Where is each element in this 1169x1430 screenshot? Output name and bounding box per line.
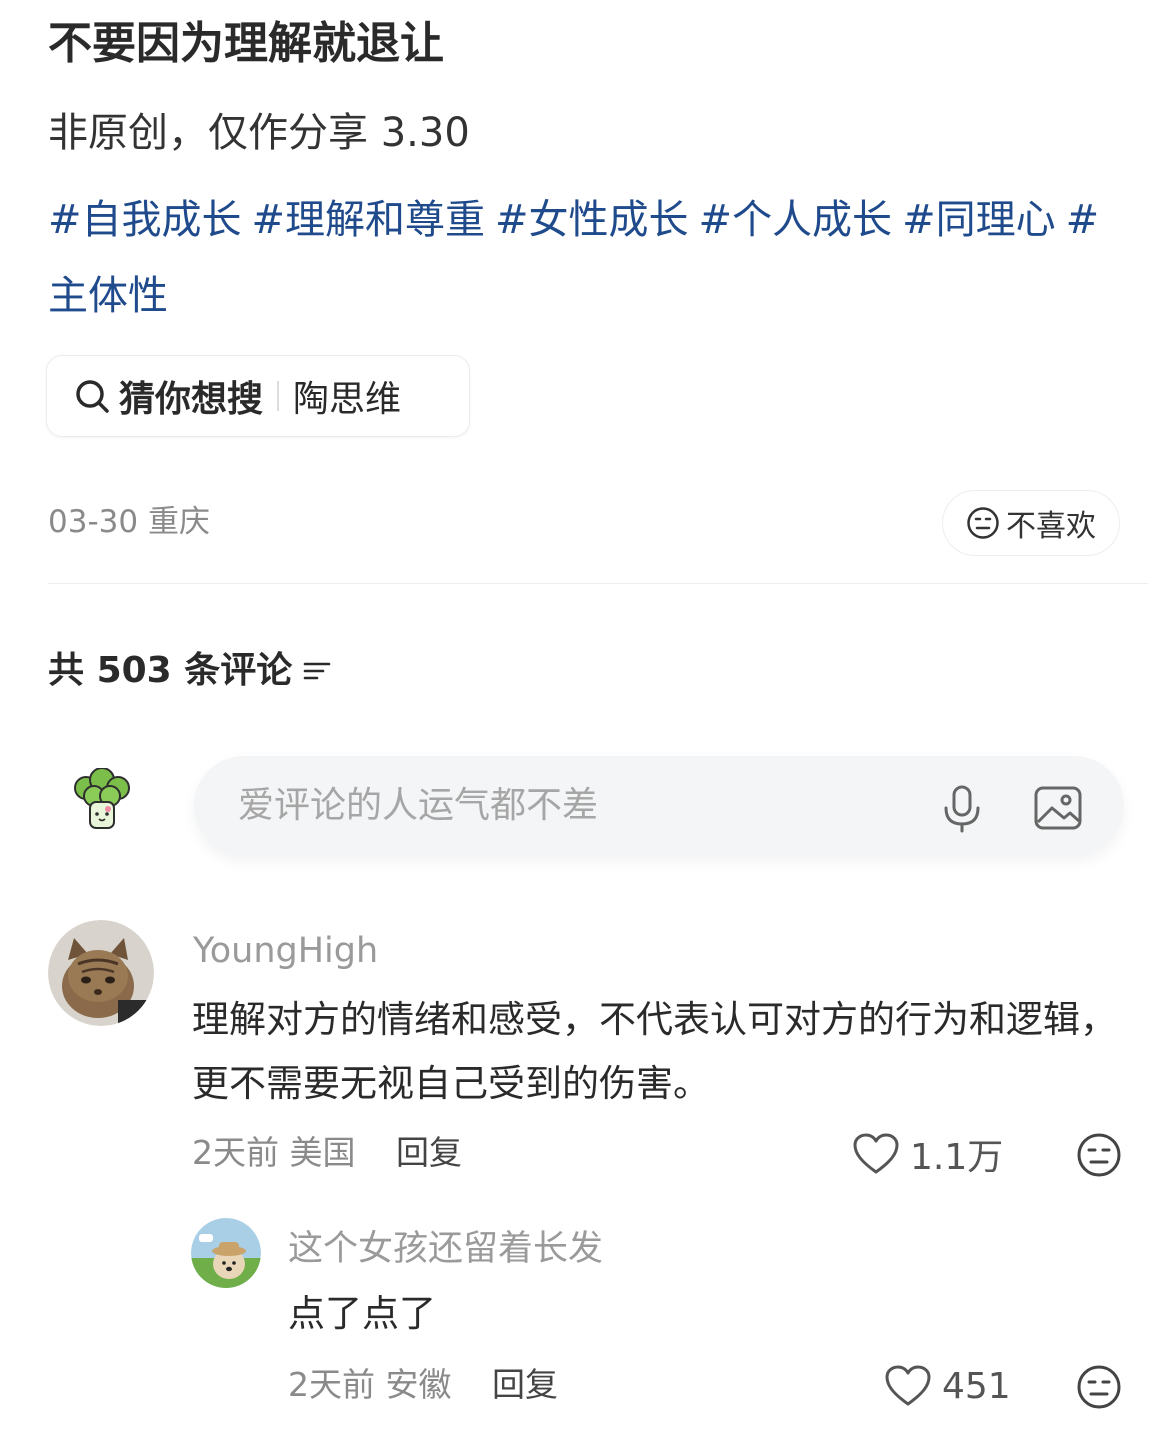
comment-count: 共 503 条评论 [48, 646, 332, 696]
heart-icon [853, 1133, 899, 1174]
comment-text: 点了点了 [288, 1292, 436, 1335]
comment-input[interactable]: 爱评论的人运气都不差 [194, 756, 1124, 856]
reply-button[interactable]: 回复 [396, 1133, 462, 1172]
like-button[interactable]: 451 [884, 1364, 1011, 1408]
comment-count-suffix: 条评论 [184, 650, 293, 691]
separator [277, 381, 280, 411]
like-count: 451 [942, 1365, 1011, 1407]
dislike-label: 不喜欢 [1006, 509, 1096, 544]
comment-time: 2天前 [288, 1365, 375, 1404]
dislike-button[interactable]: 不喜欢 [942, 490, 1120, 556]
comment-count-prefix: 共 [48, 650, 85, 691]
tag-link[interactable]: #同理心 [902, 197, 1056, 243]
image-icon[interactable] [1032, 784, 1084, 832]
tag-link[interactable]: #个人成长 [699, 197, 893, 243]
broccoli-avatar[interactable] [72, 768, 132, 832]
post-date: 03-30 [48, 504, 139, 540]
comment-location: 安徽 [385, 1365, 452, 1404]
microphone-icon[interactable] [940, 784, 984, 834]
comment-input-placeholder: 爱评论的人运气都不差 [238, 785, 599, 826]
neutral-face-icon[interactable] [1076, 1364, 1122, 1410]
comment-meta: 2天前 安徽 回复 [288, 1362, 558, 1408]
search-suggestion[interactable]: 猜你想搜 陶思维 [46, 355, 470, 437]
heart-icon [885, 1365, 931, 1406]
comment-location: 美国 [289, 1133, 356, 1172]
like-button[interactable]: 1.1万 [852, 1128, 1003, 1180]
tag-link[interactable]: #自我成长 [48, 197, 242, 243]
dog-avatar[interactable] [191, 1218, 261, 1288]
post-location: 重庆 [147, 504, 210, 540]
post-meta: 03-30 重庆 [48, 500, 210, 544]
comment-time: 2天前 [192, 1133, 279, 1172]
cat-avatar[interactable] [48, 920, 154, 1026]
divider [48, 583, 1148, 584]
like-count: 1.1万 [910, 1137, 1004, 1178]
neutral-face-icon [967, 507, 999, 539]
tag-list: #自我成长 #理解和尊重 #女性成长 #个人成长 #同理心 #主体性 [48, 182, 1128, 334]
comment-username[interactable]: YoungHigh [193, 926, 378, 976]
comment-count-number: 503 [96, 650, 172, 691]
search-suggestion-term: 陶思维 [293, 379, 402, 420]
comment-meta: 2天前 美国 回复 [192, 1130, 462, 1176]
post-title: 不要因为理解就退让 [48, 18, 444, 69]
reply-button[interactable]: 回复 [492, 1365, 558, 1404]
search-suggestion-label: 猜你想搜 [119, 379, 264, 420]
sort-icon[interactable] [302, 656, 332, 686]
neutral-face-icon[interactable] [1076, 1132, 1122, 1178]
comment-text: 理解对方的情绪和感受，不代表认可对方的行为和逻辑，更不需要无视自己受到的伤害。 [192, 998, 1117, 1105]
post-description: 非原创，仅作分享 3.30 [48, 110, 470, 156]
tag-link[interactable]: #理解和尊重 [252, 197, 486, 243]
search-icon [76, 380, 109, 413]
tag-link[interactable]: #女性成长 [495, 197, 689, 243]
comment-username[interactable]: 这个女孩还留着长发 [288, 1224, 603, 1274]
